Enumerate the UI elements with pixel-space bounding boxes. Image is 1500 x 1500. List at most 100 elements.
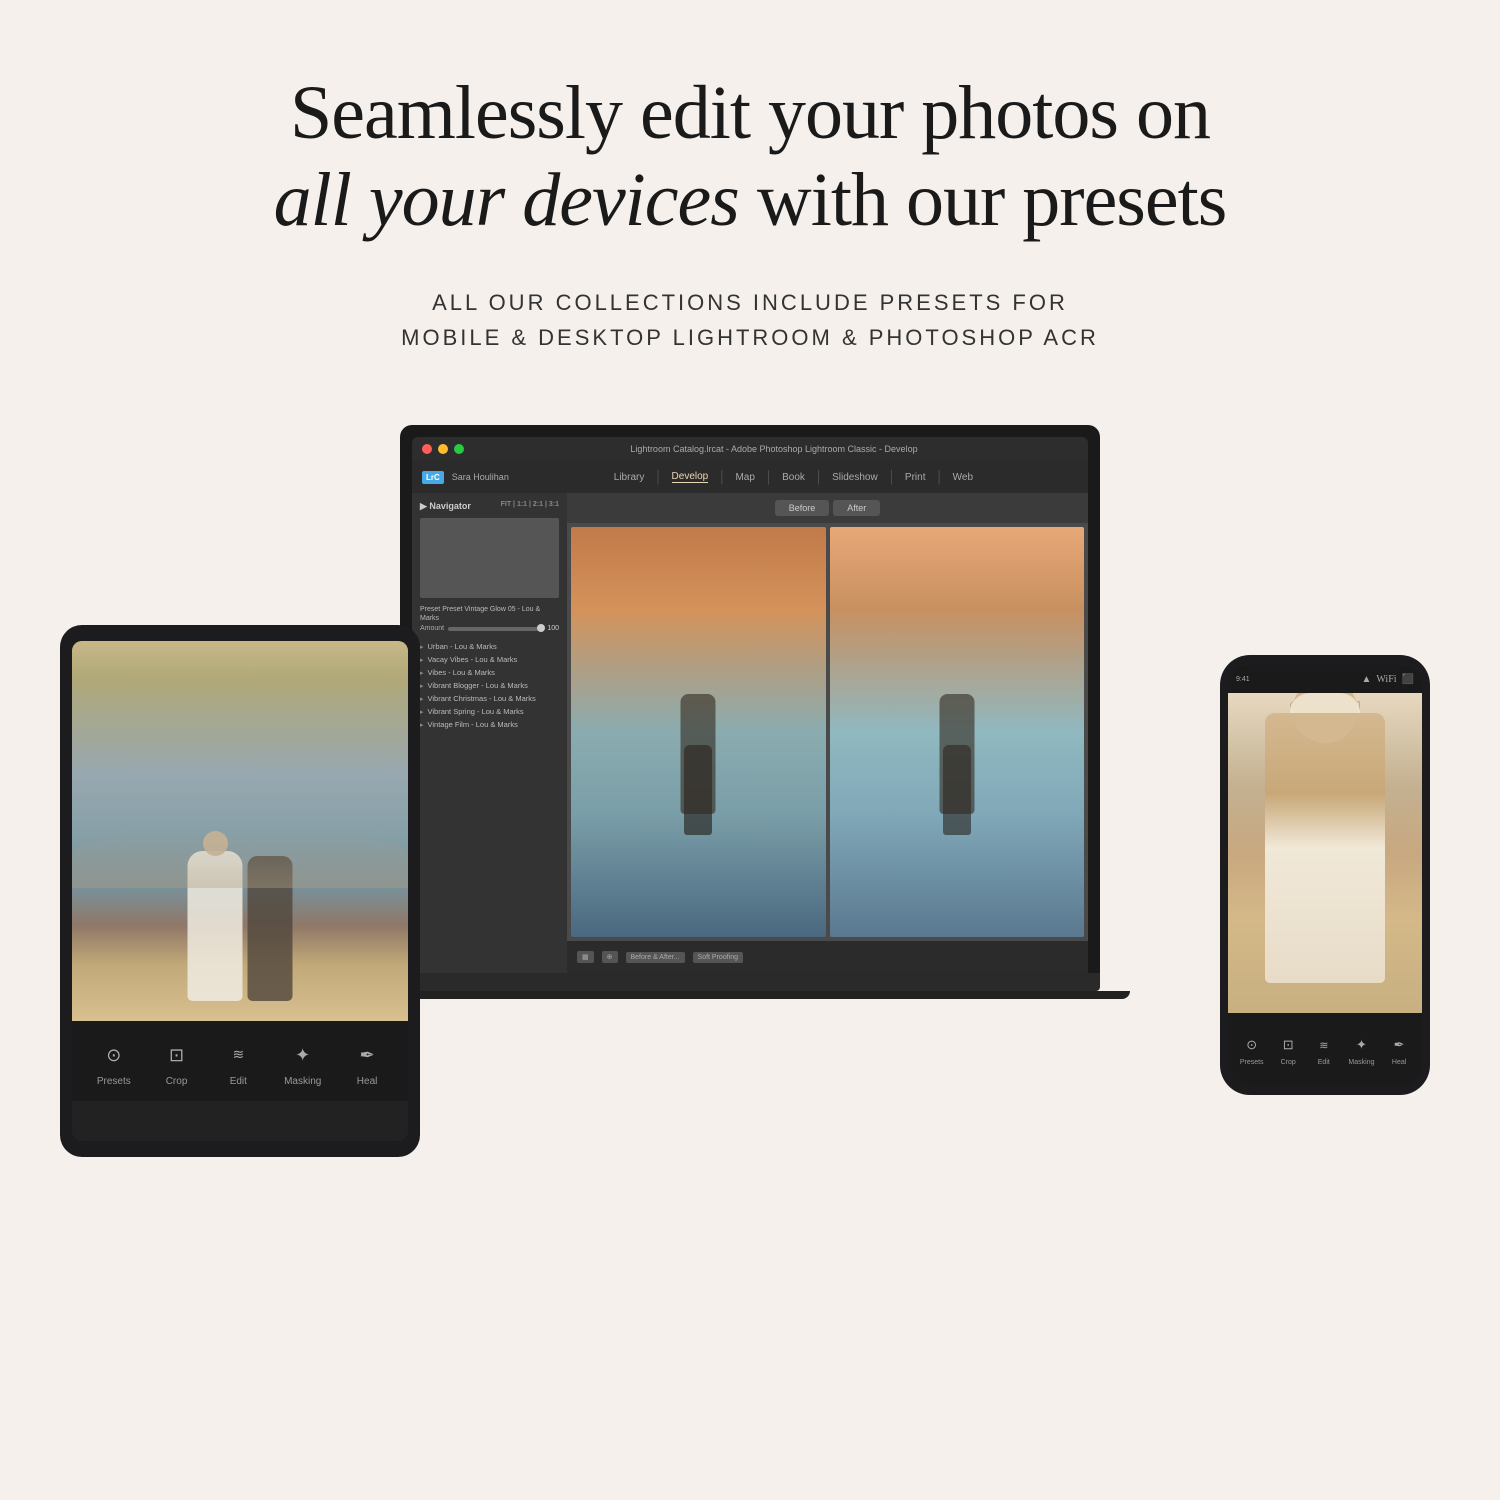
heal-icon: ✒ bbox=[351, 1040, 383, 1072]
crop-label: Crop bbox=[166, 1076, 188, 1087]
preset-item[interactable]: Vibes - Lou & Marks bbox=[420, 666, 559, 679]
presets-icon: ⊙ bbox=[98, 1040, 130, 1072]
after-button[interactable]: After bbox=[833, 500, 880, 516]
loupe-btn[interactable]: ⊕ bbox=[602, 951, 618, 963]
phone-presets-label: Presets bbox=[1240, 1059, 1264, 1066]
subheadline: ALL OUR COLLECTIONS INCLUDE PRESETS FOR … bbox=[0, 285, 1500, 355]
phone-tool-edit[interactable]: ≋ Edit bbox=[1313, 1034, 1335, 1066]
lr-before-after-bar: Before After bbox=[567, 493, 1088, 523]
titlebar-text: Lightroom Catalog.lrcat - Adobe Photosho… bbox=[470, 444, 1078, 454]
masking-label: Masking bbox=[284, 1076, 321, 1087]
lr-preset-list: Urban - Lou & Marks Vacay Vibes - Lou & … bbox=[420, 640, 559, 731]
tablet-screen: ◀ ⊙ ✱ ⊞ ☁ ⋯ bbox=[72, 641, 408, 1141]
lightroom-ui: LrC Sara Houlihan Library | Develop | Ma… bbox=[412, 461, 1088, 973]
subheadline-line1: ALL OUR COLLECTIONS INCLUDE PRESETS FOR bbox=[0, 285, 1500, 320]
nav-print[interactable]: Print bbox=[905, 472, 926, 483]
hat-brim bbox=[1290, 693, 1360, 713]
tablet-tool-crop[interactable]: ⊡ Crop bbox=[161, 1040, 193, 1087]
headline-line2: all your devices with our presets bbox=[0, 157, 1500, 244]
preset-item[interactable]: Vacay Vibes - Lou & Marks bbox=[420, 653, 559, 666]
edit-label: Edit bbox=[230, 1076, 247, 1087]
tablet-tool-heal[interactable]: ✒ Heal bbox=[351, 1040, 383, 1087]
phone-topbar: 9:41 ▲ WiFi ⬛ bbox=[1228, 665, 1422, 693]
laptop-screen-outer: Lightroom Catalog.lrcat - Adobe Photosho… bbox=[400, 425, 1100, 973]
lr-photos-area bbox=[567, 523, 1088, 941]
lr-navigator-title: ▶ Navigator FIT | 1:1 | 2:1 | 3:1 bbox=[420, 501, 559, 512]
lr-navigator-preview bbox=[420, 518, 559, 598]
maximize-dot bbox=[454, 444, 464, 454]
phone-presets-icon: ⊙ bbox=[1241, 1034, 1263, 1056]
preset-item[interactable]: Vibrant Spring - Lou & Marks bbox=[420, 705, 559, 718]
lr-bottom-bar: ▦ ⊕ Before & After... Soft Proofing bbox=[567, 941, 1088, 973]
tablet-device: ◀ ⊙ ✱ ⊞ ☁ ⋯ bbox=[60, 625, 420, 1157]
phone-tool-presets[interactable]: ⊙ Presets bbox=[1240, 1034, 1264, 1066]
phone-crop-label: Crop bbox=[1281, 1059, 1296, 1066]
masking-icon: ✦ bbox=[287, 1040, 319, 1072]
laptop-titlebar: Lightroom Catalog.lrcat - Adobe Photosho… bbox=[412, 437, 1088, 461]
phone-screen: 9:41 ▲ WiFi ⬛ ⊙ ✱ ☁ ⊞ bbox=[1228, 665, 1422, 1085]
lr-photo-after bbox=[830, 527, 1085, 937]
lr-preset-name: Preset Preset Vintage Glow 05 - Lou & Ma… bbox=[420, 604, 559, 622]
crop-icon: ⊡ bbox=[161, 1040, 193, 1072]
headline-line1: Seamlessly edit your photos on bbox=[0, 70, 1500, 157]
lr-nav: Library | Develop | Map | Book | Slidesh… bbox=[509, 468, 1078, 486]
tablet-tool-edit[interactable]: ≋ Edit bbox=[222, 1040, 254, 1087]
preset-item[interactable]: Vibrant Blogger - Lou & Marks bbox=[420, 679, 559, 692]
phone-device: 9:41 ▲ WiFi ⬛ ⊙ ✱ ☁ ⊞ bbox=[1220, 655, 1430, 1095]
edit-icon: ≋ bbox=[222, 1040, 254, 1072]
heal-label: Heal bbox=[357, 1076, 378, 1087]
presets-label: Presets bbox=[97, 1076, 131, 1087]
lr-main-panel: Before After bbox=[567, 493, 1088, 973]
minimize-dot bbox=[438, 444, 448, 454]
devices-section: Lightroom Catalog.lrcat - Adobe Photosho… bbox=[0, 425, 1500, 1375]
laptop-base bbox=[400, 973, 1100, 991]
nav-web[interactable]: Web bbox=[953, 472, 973, 483]
grid-view-btn[interactable]: ▦ bbox=[577, 951, 594, 963]
tablet-photo: ◀ ⊙ ✱ ⊞ ☁ ⋯ bbox=[72, 641, 408, 1021]
phone-masking-label: Masking bbox=[1348, 1059, 1374, 1066]
laptop-device: Lightroom Catalog.lrcat - Adobe Photosho… bbox=[400, 425, 1100, 999]
tablet-tool-presets[interactable]: ⊙ Presets bbox=[97, 1040, 131, 1087]
close-dot bbox=[422, 444, 432, 454]
preset-item[interactable]: Vintage Film - Lou & Marks bbox=[420, 718, 559, 731]
phone-person-figure bbox=[1265, 713, 1385, 983]
headline-normal-text: with our presets bbox=[739, 158, 1226, 242]
phone-masking-icon: ✦ bbox=[1350, 1034, 1372, 1056]
soft-proofing-btn[interactable]: Soft Proofing bbox=[693, 952, 743, 963]
lr-sidebar: ▶ Navigator FIT | 1:1 | 2:1 | 3:1 Preset… bbox=[412, 493, 567, 973]
phone-heal-icon: ✒ bbox=[1388, 1034, 1410, 1056]
headline-text-line1: Seamlessly edit your photos on bbox=[290, 71, 1210, 155]
phone-edit-label: Edit bbox=[1318, 1059, 1330, 1066]
before-after-btn[interactable]: Before & After... bbox=[626, 952, 685, 963]
phone-tool-heal[interactable]: ✒ Heal bbox=[1388, 1034, 1410, 1066]
lr-content: ▶ Navigator FIT | 1:1 | 2:1 | 3:1 Preset… bbox=[412, 493, 1088, 973]
lr-logo: LrC bbox=[422, 471, 444, 484]
lr-user: Sara Houlihan bbox=[452, 472, 509, 482]
mountain-hint bbox=[72, 828, 408, 888]
phone-crop-icon: ⊡ bbox=[1277, 1034, 1299, 1056]
phone-tool-masking[interactable]: ✦ Masking bbox=[1348, 1034, 1374, 1066]
phone-photo: ⊙ ✱ ☁ ⊞ bbox=[1228, 693, 1422, 1013]
subheadline-line2: MOBILE & DESKTOP LIGHTROOM & PHOTOSHOP A… bbox=[0, 320, 1500, 355]
phone-toolbar: ⊙ Presets ⊡ Crop ≋ Edit ✦ Masking bbox=[1228, 1013, 1422, 1085]
nav-library[interactable]: Library bbox=[614, 472, 645, 483]
lr-amount-row: Amount 100 bbox=[420, 625, 559, 632]
before-button[interactable]: Before bbox=[775, 500, 830, 516]
preset-item[interactable]: Vibrant Christmas - Lou & Marks bbox=[420, 692, 559, 705]
nav-map[interactable]: Map bbox=[735, 472, 754, 483]
lr-topbar: LrC Sara Houlihan Library | Develop | Ma… bbox=[412, 461, 1088, 493]
headline-section: Seamlessly edit your photos on all your … bbox=[0, 0, 1500, 375]
headline-italic-text: all your devices bbox=[274, 158, 739, 242]
tablet-tool-masking[interactable]: ✦ Masking bbox=[284, 1040, 321, 1087]
laptop-foot bbox=[370, 991, 1130, 999]
phone-tool-crop[interactable]: ⊡ Crop bbox=[1277, 1034, 1299, 1066]
tablet-frame: ◀ ⊙ ✱ ⊞ ☁ ⋯ bbox=[60, 625, 420, 1157]
lr-photo-before bbox=[571, 527, 826, 937]
nav-develop[interactable]: Develop bbox=[672, 471, 709, 483]
tablet-toolbar: ⊙ Presets ⊡ Crop ≋ Edit ✦ Masking bbox=[72, 1021, 408, 1101]
preset-item[interactable]: Urban - Lou & Marks bbox=[420, 640, 559, 653]
phone-frame: 9:41 ▲ WiFi ⬛ ⊙ ✱ ☁ ⊞ bbox=[1220, 655, 1430, 1095]
nav-book[interactable]: Book bbox=[782, 472, 805, 483]
nav-slideshow[interactable]: Slideshow bbox=[832, 472, 878, 483]
phone-edit-icon: ≋ bbox=[1313, 1034, 1335, 1056]
